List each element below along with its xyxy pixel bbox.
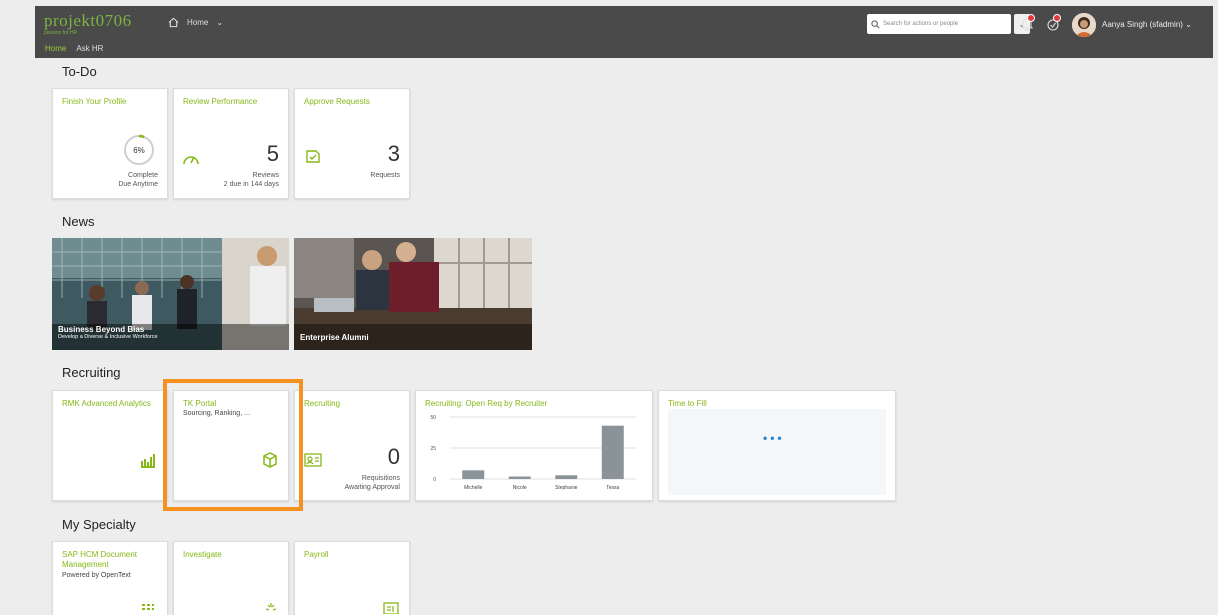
x-tick-label: Michelle (464, 485, 483, 491)
subnav-home[interactable]: Home (45, 44, 66, 53)
chevron-down-icon: ⌄ (1185, 20, 1192, 29)
news-section-title: News (62, 214, 95, 229)
y-tick-label: 25 (430, 446, 436, 452)
subnav-ask-hr[interactable]: Ask HR (76, 44, 103, 53)
search-icon (871, 19, 880, 28)
request-count: 3 (387, 141, 400, 166)
selection-highlight (163, 379, 303, 511)
footer-line-2: 2 due in 144 days (223, 181, 279, 189)
avatar[interactable] (1072, 13, 1096, 37)
requisition-icon (304, 453, 322, 467)
tile-title: Approve Requests (304, 97, 370, 106)
chevron-down-icon: ⌄ (216, 18, 224, 27)
footer-line-1: Requests (370, 172, 400, 179)
logo-tagline: passion for HR (44, 30, 78, 36)
news-title: Enterprise Alumni (300, 333, 369, 342)
tile-finish-profile[interactable]: Finish Your Profile 6% Complete Due Anyt… (52, 88, 168, 199)
footer-line-1: Complete (128, 172, 158, 179)
tile-payroll[interactable]: Payroll (294, 541, 410, 615)
news-title: Business Beyond Bias (58, 325, 145, 334)
x-tick-label: Tessa (606, 485, 619, 491)
tile-title: RMK Advanced Analytics (62, 399, 151, 408)
news-card-enterprise-alumni[interactable]: Enterprise Alumni (294, 238, 532, 350)
tile-sap-hcm-document-management[interactable]: SAP HCM Document Management Powered by O… (52, 541, 168, 615)
tile-title: Recruiting (304, 399, 341, 408)
news-card-business-beyond-bias[interactable]: Business Beyond Bias Develop a Diverse &… (52, 238, 289, 350)
open-req-bar-chart: 50 25 0 Michelle Nicole Stephanie Tessa (430, 415, 636, 491)
news-caption: Enterprise Alumni (300, 333, 369, 342)
home-nav-label: Home (187, 18, 209, 27)
tile-title: SAP HCM Document Management (62, 550, 137, 569)
y-tick-label: 50 (430, 415, 436, 421)
chart-placeholder (668, 409, 886, 495)
user-menu[interactable]: Aanya Singh (sfadmin) ⌄ (1102, 20, 1192, 29)
tile-footer: Requests (370, 171, 400, 180)
news-subtitle: Develop a Diverse & Inclusive Workforce (58, 334, 158, 340)
progress-label: 6% (133, 146, 145, 155)
chart-bar-stephanie[interactable] (555, 475, 578, 479)
tile-time-to-fill[interactable]: Time to Fill ••• (658, 390, 896, 501)
tile-subtitle: Powered by OpenText (62, 572, 131, 579)
tile-rmk-advanced-analytics[interactable]: RMK Advanced Analytics (52, 390, 168, 501)
user-name: Aanya Singh (sfadmin) (1102, 20, 1183, 29)
todo-badge (1053, 14, 1061, 22)
home-nav-menu[interactable]: Home ⌄ (168, 17, 223, 28)
x-tick-label: Stephanie (555, 485, 578, 491)
gauge-icon (183, 156, 199, 165)
search-input[interactable]: Search for actions or people (867, 14, 1011, 34)
tile-open-req-by-recruiter[interactable]: Recruiting: Open Req by Recruiter 50 25 0 M… (415, 390, 653, 501)
tile-title: Time to Fill (668, 399, 707, 408)
tile-approve-requests[interactable]: Approve Requests 3 Requests (294, 88, 410, 199)
chart-bar-michelle[interactable] (462, 470, 485, 479)
tile-title: Investigate (183, 550, 222, 559)
todo-button[interactable] (1045, 14, 1063, 34)
todo-section-title: To-Do (62, 64, 97, 79)
tile-footer: Complete Due Anytime (118, 171, 158, 189)
sub-navigation: Home Ask HR (45, 44, 103, 53)
footer-line-1: Requisitions (361, 475, 400, 482)
payroll-icon (383, 602, 399, 614)
review-count: 5 (266, 141, 279, 166)
footer-line-2: Due Anytime (118, 181, 158, 189)
tile-footer: Requisitions Awaiting Approval (344, 474, 400, 492)
profile-progress-ring: 6% (123, 134, 155, 166)
footer-line-2: Awaiting Approval (344, 484, 400, 492)
approve-icon (306, 150, 320, 163)
loading-indicator: ••• (763, 431, 785, 445)
news-caption: Business Beyond Bias Develop a Diverse &… (58, 325, 158, 340)
tile-title: Recruiting: Open Req by Recruiter (425, 399, 548, 408)
tile-investigate[interactable]: Investigate (173, 541, 289, 615)
sparkle-icon (265, 603, 277, 611)
recruiting-section-title: Recruiting (62, 365, 121, 380)
y-tick-label: 0 (433, 477, 436, 483)
shell-header: projekt0706 passion for HR Home ⌄ Home A… (35, 6, 1213, 58)
footer-line-1: Reviews (252, 172, 279, 179)
specialty-section-title: My Specialty (62, 517, 136, 532)
company-logo[interactable]: projekt0706 (44, 11, 132, 31)
search-placeholder: Search for actions or people (883, 21, 959, 27)
tile-footer: Reviews 2 due in 144 days (224, 171, 279, 189)
tile-title: Review Performance (183, 97, 258, 106)
notification-badge (1027, 14, 1035, 22)
tile-recruiting[interactable]: Recruiting 0 Requisitions Awaiting Appro… (294, 390, 410, 501)
chart-bar-tessa[interactable] (601, 425, 624, 479)
tile-review-performance[interactable]: Review Performance 5 Reviews 2 due in 14… (173, 88, 289, 199)
tile-title: Finish Your Profile (62, 97, 127, 106)
analytics-chart-icon (141, 454, 155, 468)
x-tick-label: Nicole (513, 485, 527, 491)
home-icon (168, 17, 179, 28)
document-grid-icon (142, 604, 154, 610)
chart-bar-nicole[interactable] (508, 476, 531, 479)
tile-title: Payroll (304, 550, 329, 559)
requisition-count: 0 (387, 444, 400, 469)
notifications-button[interactable] (1019, 14, 1037, 34)
